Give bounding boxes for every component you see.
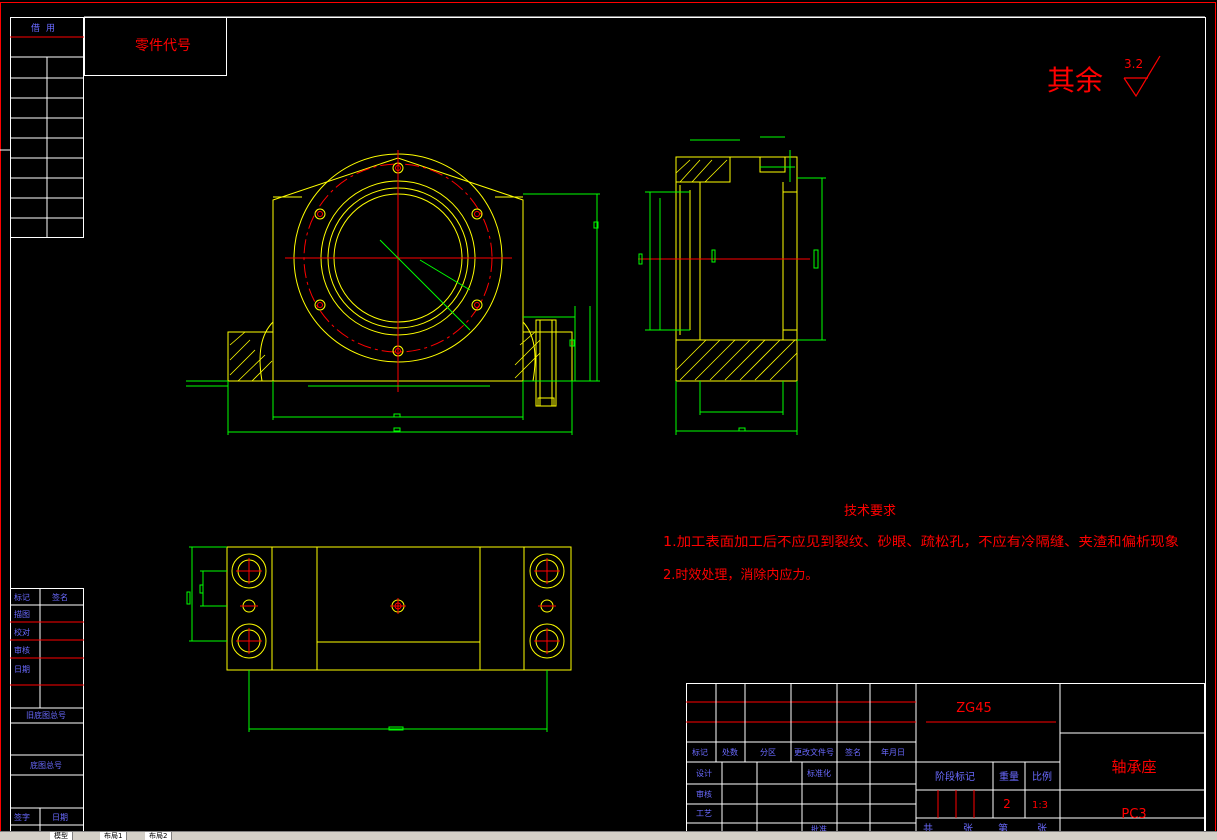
- role-label-process: 工艺: [696, 809, 712, 818]
- tech-requirements-title: 技术要求: [844, 504, 896, 519]
- surface-finish-prefix: 其余: [1047, 64, 1103, 97]
- left-strip-mid-1: 校对: [14, 627, 30, 637]
- border-frame: [10, 17, 1206, 834]
- left-strip-lower-1: 底图总号: [30, 760, 62, 770]
- material-text: ZG45: [956, 701, 992, 716]
- tech-requirement-1: 1.加工表面加工后不应见到裂纹、砂眼、疏松孔，不应有冷隔缝、夹渣和偏析现象: [663, 534, 1179, 550]
- left-strip-lower-0: 旧底图总号: [26, 710, 66, 720]
- left-strip-mid-2: 审核: [14, 645, 30, 655]
- surface-finish-symbol: 其余 3.2: [1047, 55, 1161, 98]
- std-label: 标准化: [807, 768, 831, 778]
- side-view[interactable]: [638, 136, 826, 435]
- tech-requirement-2: 2.时效处理，消除内应力。: [663, 567, 818, 583]
- left-strip-sign-header-0: 标记: [14, 592, 30, 602]
- stage-header-2: 比例: [1032, 770, 1052, 783]
- tech-requirements: 技术要求 1.加工表面加工后不应见到裂纹、砂眼、疏松孔，不应有冷隔缝、夹渣和偏析…: [663, 504, 1179, 583]
- left-strip-lower-2: 签字: [14, 812, 30, 822]
- mark-header-4: 签名: [845, 747, 861, 757]
- cad-drawing-canvas[interactable]: 借用 标记 签名 描图 校对 审核 日期 旧底图总号 底图总号 签字 日期 零件…: [0, 0, 1217, 839]
- left-strip-mid-3: 日期: [14, 665, 30, 674]
- left-strip-top-label: 借用: [31, 22, 61, 34]
- mark-header-1: 处数: [722, 747, 738, 757]
- left-strip-sign-date: 日期: [52, 813, 68, 822]
- drawing-number-text: PC3: [1121, 807, 1146, 822]
- outer-frame: [0, 2, 1216, 837]
- front-view[interactable]: [186, 150, 600, 435]
- scale-text: 1:3: [1032, 800, 1048, 811]
- surface-finish-value: 3.2: [1124, 57, 1143, 71]
- mark-header-0: 标记: [692, 747, 708, 757]
- mark-header-5: 年月日: [881, 747, 905, 757]
- quantity-text: 2: [1003, 797, 1011, 811]
- stage-header-1: 重量: [999, 770, 1019, 783]
- top-view[interactable]: [186, 546, 572, 732]
- role-label-design: 设计: [696, 768, 712, 778]
- role-label-review: 审核: [696, 789, 712, 799]
- mark-header-3: 更改文件号: [794, 747, 834, 757]
- part-code-label: 零件代号: [135, 38, 191, 54]
- stage-header-0: 阶段标记: [935, 770, 975, 783]
- left-strip-mid-0: 描图: [14, 609, 30, 619]
- part-name-text: 轴承座: [1111, 758, 1156, 776]
- left-strip-sign-header-1: 签名: [52, 592, 68, 602]
- mark-header-2: 分区: [760, 748, 776, 757]
